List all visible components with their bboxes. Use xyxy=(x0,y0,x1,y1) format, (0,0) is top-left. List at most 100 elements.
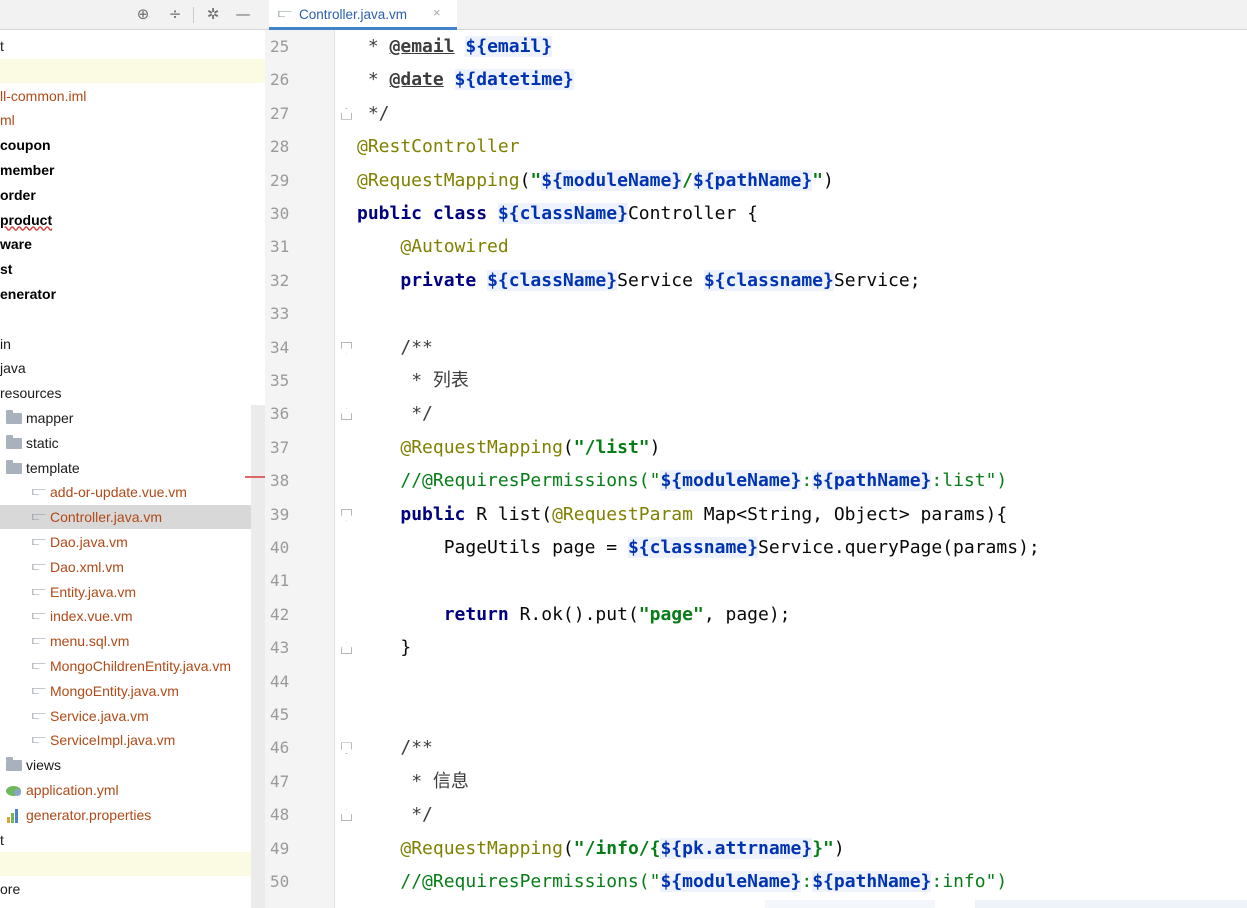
tree-item[interactable]: t xyxy=(0,828,265,852)
settings-icon[interactable]: ✲ xyxy=(204,5,222,23)
tree-item[interactable]: ware xyxy=(0,232,265,256)
tree-item-dao-xml-vm[interactable]: ⫍ Dao.xml.vm xyxy=(0,555,265,579)
tree-item-service-java-vm[interactable]: ⫍ Service.java.vm xyxy=(0,704,265,728)
code-token: :info") xyxy=(931,871,1008,892)
tree-item[interactable]: product xyxy=(0,208,265,232)
code-line[interactable]: @RequestMapping("/info/{${pk.attrname}}"… xyxy=(357,832,845,865)
code-line[interactable]: @RequestMapping("/list") xyxy=(357,431,660,464)
tree-item-serviceimpl-java-vm[interactable]: ⫍ ServiceImpl.java.vm xyxy=(0,728,265,752)
code-line[interactable]: */ xyxy=(357,798,433,831)
tree-item[interactable]: ore xyxy=(0,877,265,901)
toolbar-divider xyxy=(193,7,194,23)
minimize-icon[interactable]: — xyxy=(234,5,252,23)
code-line[interactable]: */ xyxy=(357,397,433,430)
tree-item-mongoentity-java-vm[interactable]: ⫍ MongoEntity.java.vm xyxy=(0,679,265,703)
code-line[interactable]: } xyxy=(357,631,411,664)
line-number: 38 xyxy=(270,471,290,491)
tree-item-index-vue-vm[interactable]: ⫍ index.vue.vm xyxy=(0,604,265,628)
line-number: 26 xyxy=(270,70,290,90)
tree-item[interactable]: order xyxy=(0,183,265,207)
tree-item-mongochildrenentity-java-vm[interactable]: ⫍ MongoChildrenEntity.java.vm xyxy=(0,654,265,678)
tree-item-menu-sql-vm[interactable]: ⫍ menu.sql.vm xyxy=(0,629,265,653)
code-line[interactable]: PageUtils page = ${classname}Service.que… xyxy=(357,531,1040,564)
code-line[interactable]: /** xyxy=(357,731,433,764)
tree-item-add-or-update-vue-vm[interactable]: ⫍ add-or-update.vue.vm xyxy=(0,480,265,504)
tree-item-label: coupon xyxy=(0,137,51,154)
code-token: @RequestMapping xyxy=(400,837,563,859)
code-token: ${pathName} xyxy=(812,470,932,492)
collapse-icon[interactable]: ÷ xyxy=(166,5,184,23)
code-line[interactable]: private ${className}Service ${classname}… xyxy=(357,264,921,297)
code-line[interactable]: public R list(@RequestParam Map<String, … xyxy=(357,498,1007,531)
code-line[interactable]: //@RequiresPermissions("${moduleName}:${… xyxy=(357,464,1007,497)
code-token: : xyxy=(801,871,813,892)
tree-item-template[interactable]: template xyxy=(0,456,265,480)
tree-item[interactable]: member xyxy=(0,158,265,182)
tree-item[interactable] xyxy=(0,852,265,877)
code-line[interactable]: public class ${className}Controller { xyxy=(357,197,758,230)
code-token: /** xyxy=(400,336,433,358)
code-line[interactable]: * @email ${email} xyxy=(357,30,553,63)
project-tree[interactable]: t ll-common.iml ml coupon member order product… xyxy=(0,30,265,908)
tree-item-application-yml[interactable]: application.yml xyxy=(0,778,265,802)
tree-item-views[interactable]: views xyxy=(0,753,265,777)
tree-item-label: Dao.xml.vm xyxy=(50,558,124,575)
tree-item[interactable]: in xyxy=(0,332,265,356)
code-token: R. xyxy=(519,603,542,625)
tree-item[interactable]: java xyxy=(0,356,265,380)
tree-scrollbar[interactable] xyxy=(251,405,265,908)
code-line[interactable]: //@RequiresPermissions("${moduleName}:${… xyxy=(357,865,1007,898)
tree-item[interactable] xyxy=(0,58,265,83)
tab-controller-java-vm[interactable]: ⫍ Controller.java.vm × xyxy=(269,0,457,30)
tree-item-generator-properties[interactable]: generator.properties xyxy=(0,803,265,827)
tree-item[interactable]: ll-common.iml xyxy=(0,84,265,108)
code-line[interactable]: * 列表 xyxy=(357,364,469,397)
velocity-file-icon: ⫍ xyxy=(32,608,46,624)
code-token: "/info/{ xyxy=(573,837,661,859)
line-number: 46 xyxy=(270,738,290,758)
selection-marker xyxy=(245,476,265,478)
tool-window-header: ⊕ ÷ ✲ — ⫍ Controller.java.vm × xyxy=(0,0,1247,30)
tree-item-label: enerator xyxy=(0,286,57,302)
code-line[interactable]: * 信息 xyxy=(357,765,469,798)
tree-item-entity-java-vm[interactable]: ⫍ Entity.java.vm xyxy=(0,580,265,604)
code-token: } xyxy=(357,637,412,659)
code-token: @RestController xyxy=(357,136,520,158)
code-token: ${classname} xyxy=(703,269,834,291)
code-line[interactable]: return R.ok().put("page", page); xyxy=(357,598,791,631)
target-icon[interactable]: ⊕ xyxy=(134,5,152,23)
code-line[interactable]: @Autowired xyxy=(357,230,508,263)
tree-item[interactable]: resources xyxy=(0,381,265,405)
code-token: , page); xyxy=(703,603,791,625)
tree-item-controller-java-vm[interactable]: ⫍ Controller.java.vm xyxy=(0,505,265,530)
tree-item[interactable] xyxy=(0,307,265,331)
code-line[interactable]: */ xyxy=(357,97,390,130)
tree-item-dao-java-vm[interactable]: ⫍ Dao.java.vm xyxy=(0,530,265,554)
folder-icon xyxy=(6,757,22,772)
tree-item[interactable]: E xyxy=(0,902,265,908)
close-icon[interactable]: × xyxy=(433,5,441,20)
tree-item-static[interactable]: static xyxy=(0,431,265,455)
code-line[interactable]: /** xyxy=(357,331,433,364)
code-token: * xyxy=(357,69,390,91)
code-token: ${className} xyxy=(487,269,618,291)
tree-item[interactable]: ml xyxy=(0,108,265,132)
line-number: 31 xyxy=(270,237,290,257)
tree-item-label: order xyxy=(0,186,36,203)
code-line[interactable]: @RequestMapping("${moduleName}/${pathNam… xyxy=(357,164,834,197)
line-number: 37 xyxy=(270,437,290,457)
tree-item[interactable]: t xyxy=(0,34,265,58)
code-line[interactable]: @RestController xyxy=(357,130,520,163)
tree-item-mapper[interactable]: mapper xyxy=(0,406,265,430)
code-line[interactable]: * @date ${datetime} xyxy=(357,63,574,96)
tree-item[interactable]: coupon xyxy=(0,133,265,157)
tree-item[interactable]: enerator xyxy=(0,282,265,306)
line-number: 28 xyxy=(270,137,290,157)
tree-item[interactable]: st xyxy=(0,257,265,281)
code-token: @RequestParam xyxy=(552,503,704,525)
tree-item-label: member xyxy=(0,162,55,178)
